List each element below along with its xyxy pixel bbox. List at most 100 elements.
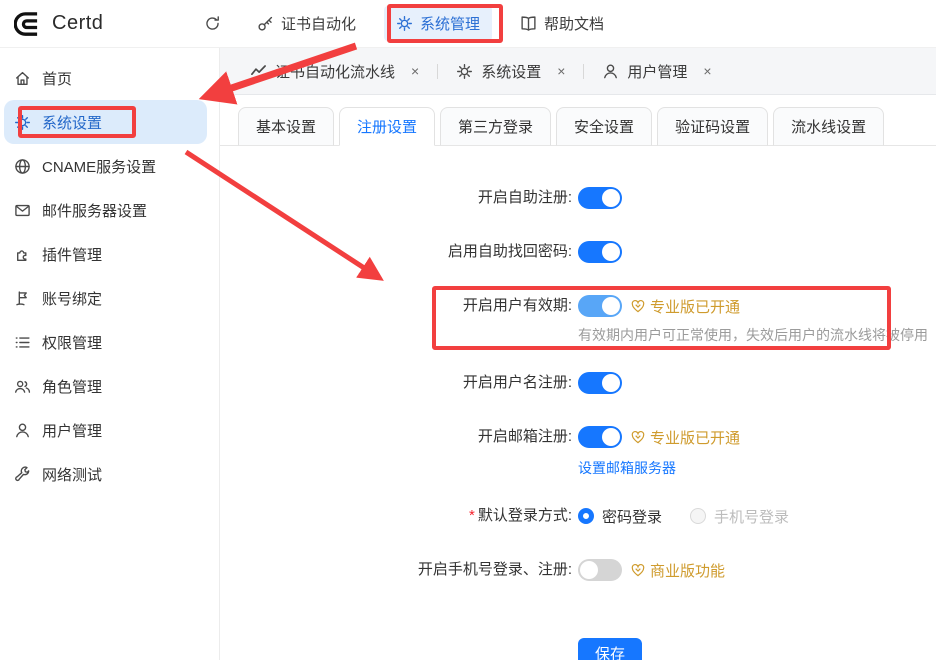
mail-server-link[interactable]: 设置邮箱服务器 bbox=[578, 458, 676, 478]
tab-divider bbox=[583, 64, 584, 79]
mail-icon bbox=[14, 202, 31, 219]
close-icon[interactable]: × bbox=[703, 63, 711, 79]
radio-label: 密码登录 bbox=[602, 506, 662, 527]
sidebar-item-label: CNAME服务设置 bbox=[42, 156, 156, 177]
header-nav: 证书自动化 系统管理 帮助文档 bbox=[196, 6, 616, 41]
sidebar-item-network-test[interactable]: 网络测试 bbox=[4, 452, 207, 496]
self-register-toggle[interactable] bbox=[578, 187, 622, 209]
password-recovery-toggle[interactable] bbox=[578, 241, 622, 263]
badge-label: 商业版功能 bbox=[650, 560, 725, 581]
user-icon bbox=[14, 422, 31, 439]
gear-icon bbox=[14, 114, 31, 131]
wrench-icon bbox=[14, 466, 31, 483]
sidebar-item-label: 系统设置 bbox=[42, 112, 102, 133]
sidebar-item-label: 角色管理 bbox=[42, 376, 102, 397]
sidebar-item-label: 用户管理 bbox=[42, 420, 102, 441]
form-row-phone-login-register: 开启手机号登录、注册: 商业版功能 bbox=[220, 554, 936, 586]
sidebar-item-home[interactable]: 首页 bbox=[4, 56, 207, 100]
sidebar: 首页 系统设置 CNAME服务设置 邮件服务器设置 插件管理 账号绑定 权 bbox=[0, 48, 220, 660]
page-tab-bar: 证书自动化流水线 × 系统设置 × 用户管理 × bbox=[220, 48, 936, 95]
form-row-username-register: 开启用户名注册: bbox=[220, 367, 936, 399]
app-title: Certd bbox=[52, 12, 103, 35]
field-label: 开启手机号登录、注册: bbox=[220, 554, 572, 586]
key-icon bbox=[257, 15, 274, 32]
nav-label: 系统管理 bbox=[420, 13, 480, 34]
page-tab-label: 证书自动化流水线 bbox=[275, 61, 395, 82]
vip-icon bbox=[630, 429, 646, 445]
username-register-toggle[interactable] bbox=[578, 372, 622, 394]
register-settings-form: 开启自助注册: 启用自助找回密码: 开启用户有效期: bbox=[220, 146, 936, 660]
list-icon bbox=[14, 334, 31, 351]
home-icon bbox=[14, 70, 31, 87]
tab-basic-settings[interactable]: 基本设置 bbox=[238, 107, 334, 146]
form-row-password-recovery: 启用自助找回密码: bbox=[220, 236, 936, 268]
user-icon bbox=[602, 63, 619, 80]
field-label: 开启自助注册: bbox=[220, 182, 572, 214]
sidebar-item-label: 账号绑定 bbox=[42, 288, 102, 309]
sidebar-item-role-management[interactable]: 角色管理 bbox=[4, 364, 207, 408]
phone-login-toggle[interactable] bbox=[578, 559, 622, 581]
field-label: 开启用户名注册: bbox=[220, 367, 572, 399]
field-label: 开启用户有效期: bbox=[220, 290, 572, 345]
vip-icon bbox=[630, 298, 646, 314]
gear-icon bbox=[456, 63, 473, 80]
sidebar-item-label: 插件管理 bbox=[42, 244, 102, 265]
tab-captcha-settings[interactable]: 验证码设置 bbox=[657, 107, 768, 146]
sidebar-item-label: 网络测试 bbox=[42, 464, 102, 485]
tab-divider bbox=[437, 64, 438, 79]
page-tab-label: 用户管理 bbox=[627, 61, 687, 82]
user-validity-toggle[interactable] bbox=[578, 295, 622, 317]
nav-label: 帮助文档 bbox=[544, 13, 604, 34]
close-icon[interactable]: × bbox=[411, 63, 419, 79]
radio-password-login[interactable] bbox=[578, 508, 594, 524]
close-icon[interactable]: × bbox=[557, 63, 565, 79]
nav-system-management[interactable]: 系统管理 bbox=[384, 6, 492, 41]
pro-version-badge: 专业版已开通 bbox=[630, 296, 740, 317]
form-row-email-register: 开启邮箱注册: 专业版已开通 设置邮箱服务器 bbox=[220, 421, 936, 478]
badge-label: 专业版已开通 bbox=[650, 427, 740, 448]
settings-content: 基本设置 注册设置 第三方登录 安全设置 验证码设置 流水线设置 开启自助注册:… bbox=[220, 95, 936, 660]
radio-phone-login[interactable] bbox=[690, 508, 706, 524]
commercial-version-badge: 商业版功能 bbox=[630, 560, 725, 581]
page-tab-user-management[interactable]: 用户管理 × bbox=[596, 61, 717, 82]
badge-label: 专业版已开通 bbox=[650, 296, 740, 317]
tab-pipeline-settings[interactable]: 流水线设置 bbox=[773, 107, 884, 146]
puzzle-icon bbox=[14, 246, 31, 263]
main-area: 证书自动化流水线 × 系统设置 × 用户管理 × 基本设置 bbox=[220, 48, 936, 660]
form-row-self-register: 开启自助注册: bbox=[220, 182, 936, 214]
form-row-user-validity: 开启用户有效期: 专业版已开通 有效期内用户可正常使用，失效后用户的流水线将被停… bbox=[220, 290, 936, 345]
page-tab-system-settings[interactable]: 系统设置 × bbox=[450, 61, 571, 82]
field-label: 启用自助找回密码: bbox=[220, 236, 572, 268]
settings-tabs: 基本设置 注册设置 第三方登录 安全设置 验证码设置 流水线设置 bbox=[220, 95, 936, 146]
sidebar-item-plugin-management[interactable]: 插件管理 bbox=[4, 232, 207, 276]
app-logo: Certd bbox=[0, 10, 196, 38]
save-button[interactable]: 保存 bbox=[578, 638, 642, 660]
sidebar-item-cname-service[interactable]: CNAME服务设置 bbox=[4, 144, 207, 188]
sidebar-item-account-binding[interactable]: 账号绑定 bbox=[4, 276, 207, 320]
radio-label: 手机号登录 bbox=[714, 506, 789, 527]
form-row-default-login: *默认登录方式: 密码登录 手机号登录 bbox=[220, 500, 936, 532]
nav-cert-automation[interactable]: 证书自动化 bbox=[245, 6, 368, 41]
tab-third-party-login[interactable]: 第三方登录 bbox=[440, 107, 551, 146]
field-helper-text: 有效期内用户可正常使用，失效后用户的流水线将被停用 bbox=[578, 325, 928, 345]
tab-register-settings[interactable]: 注册设置 bbox=[339, 107, 435, 146]
sidebar-item-mail-server[interactable]: 邮件服务器设置 bbox=[4, 188, 207, 232]
users-icon bbox=[14, 378, 31, 395]
refresh-icon bbox=[204, 15, 221, 32]
tab-security-settings[interactable]: 安全设置 bbox=[556, 107, 652, 146]
sidebar-item-permission-management[interactable]: 权限管理 bbox=[4, 320, 207, 364]
sidebar-item-label: 权限管理 bbox=[42, 332, 102, 353]
sidebar-item-user-management[interactable]: 用户管理 bbox=[4, 408, 207, 452]
page-tab-pipeline[interactable]: 证书自动化流水线 × bbox=[244, 61, 425, 82]
gear-icon bbox=[396, 15, 413, 32]
field-label: *默认登录方式: bbox=[220, 500, 572, 532]
sidebar-item-system-settings[interactable]: 系统设置 bbox=[4, 100, 207, 144]
certd-logo-icon bbox=[14, 10, 42, 38]
sidebar-item-label: 首页 bbox=[42, 68, 72, 89]
field-label: 开启邮箱注册: bbox=[220, 421, 572, 478]
refresh-button[interactable] bbox=[196, 8, 229, 39]
required-asterisk: * bbox=[469, 507, 475, 524]
email-register-toggle[interactable] bbox=[578, 426, 622, 448]
vip-icon bbox=[630, 562, 646, 578]
nav-help-docs[interactable]: 帮助文档 bbox=[508, 6, 616, 41]
